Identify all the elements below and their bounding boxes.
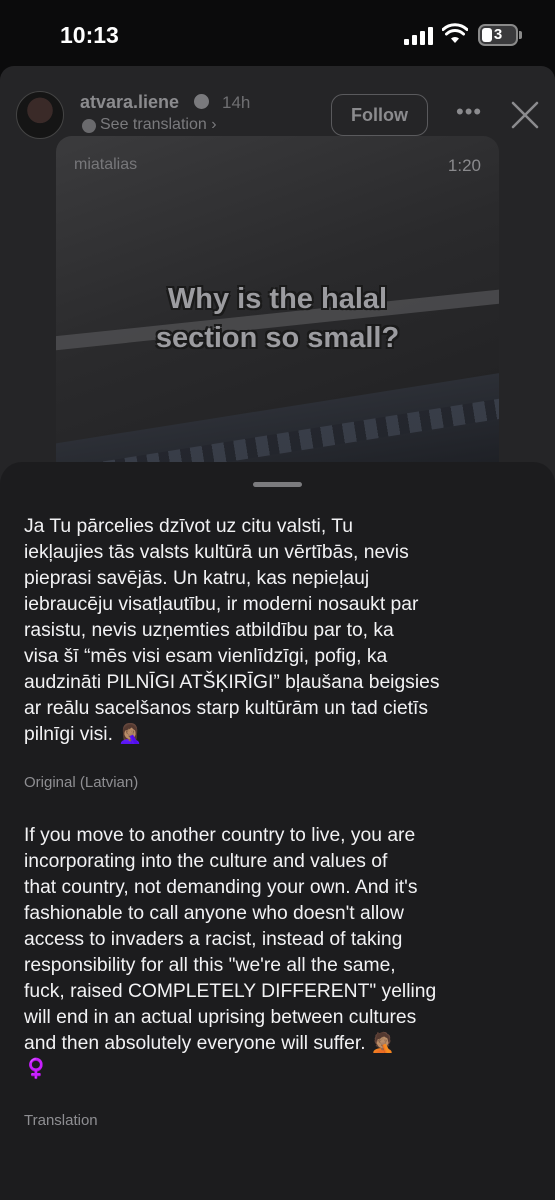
see-translation-link[interactable]: See translation › (80, 116, 217, 134)
wifi-icon (442, 23, 468, 43)
video-caption-line: Why is the halal (167, 283, 388, 315)
original-text: Ja Tu pārcelies dzīvot uz citu valsti, T… (24, 516, 440, 745)
battery-icon: 3 (478, 24, 518, 46)
battery-level: 3 (493, 26, 503, 43)
status-bar: 10:13 3 (0, 0, 555, 72)
close-icon[interactable] (510, 100, 540, 130)
sheet-grab-handle[interactable] (253, 482, 302, 487)
video-caption: Why is the halal section so small? (56, 280, 499, 358)
video-player[interactable]: miatalias 1:20 Why is the halal section … (56, 136, 499, 496)
cellular-signal-icon (404, 27, 434, 45)
video-caption-line: section so small? (155, 322, 400, 354)
follow-button[interactable]: Follow (331, 94, 428, 136)
video-source-username: miatalias (74, 156, 138, 173)
original-language-label: Original (Latvian) (24, 774, 139, 791)
battery-cap (519, 31, 522, 39)
more-options-icon[interactable]: ••• (456, 100, 482, 124)
video-duration: 1:20 (447, 156, 481, 175)
chevron-right-icon: › (211, 116, 217, 133)
status-time: 10:13 (60, 22, 119, 48)
translation-sheet[interactable]: Ja Tu pārcelies dzīvot uz citu valsti, T… (0, 462, 555, 1200)
avatar[interactable] (16, 91, 64, 139)
see-translation-label: See translation (100, 116, 207, 133)
verified-badge-icon (194, 94, 209, 109)
post-header: atvara.liene 14h See translation › Follo… (0, 66, 555, 139)
translated-text: If you move to another country to live, … (24, 825, 437, 1080)
post-username[interactable]: atvara.liene (80, 92, 179, 113)
translation-label: Translation (24, 1112, 98, 1129)
post-time: 14h (222, 93, 251, 112)
